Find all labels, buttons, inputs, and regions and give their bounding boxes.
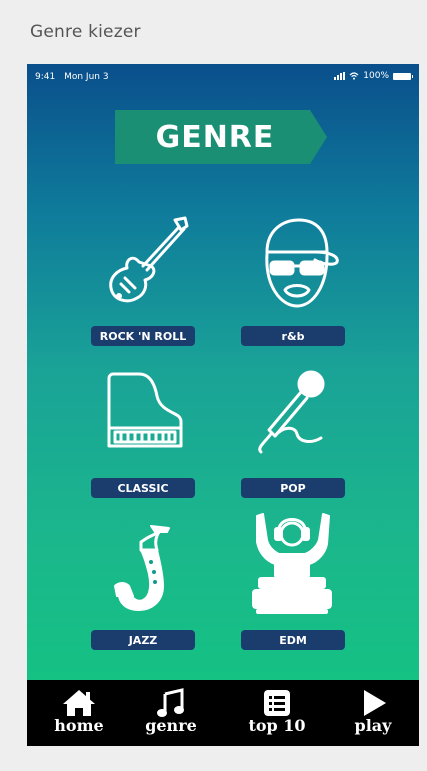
dj-turntable-icon[interactable]: [249, 510, 335, 614]
status-bar: 9:41 Mon Jun 3 100%: [27, 64, 419, 88]
signal-icon: [334, 72, 346, 80]
play-icon: [364, 690, 386, 716]
electric-guitar-icon[interactable]: [103, 214, 193, 309]
nav-top10[interactable]: top 10: [237, 688, 317, 735]
genre-button-rnb[interactable]: r&b: [241, 326, 345, 346]
window-title: Genre kiezer: [30, 22, 141, 42]
genre-button-rock-n-roll[interactable]: ROCK 'N ROLL: [91, 326, 195, 346]
list-icon: [264, 690, 290, 716]
genre-title-banner: GENRE: [115, 110, 327, 164]
nav-play[interactable]: play: [333, 688, 413, 735]
cap-sunglasses-face-icon[interactable]: [253, 216, 343, 311]
genre-button-classic[interactable]: CLASSIC: [91, 478, 195, 498]
home-icon: [63, 690, 95, 716]
battery-icon: [393, 72, 413, 80]
wifi-icon: [349, 72, 359, 80]
music-note-icon: [157, 688, 184, 717]
bottom-navigation: home genre top 10 play: [27, 680, 419, 746]
nav-top10-label: top 10: [248, 716, 306, 735]
nav-play-label: play: [354, 716, 392, 735]
microphone-icon[interactable]: [255, 368, 329, 454]
status-time: 9:41: [35, 72, 56, 82]
page-title: GENRE: [155, 119, 275, 155]
saxophone-icon[interactable]: [111, 522, 183, 614]
nav-genre-label: genre: [145, 716, 197, 735]
genre-button-jazz[interactable]: JAZZ: [91, 630, 195, 650]
battery-percentage: 100%: [363, 71, 389, 81]
nav-home-label: home: [54, 716, 104, 735]
genre-button-edm[interactable]: EDM: [241, 630, 345, 650]
genre-button-pop[interactable]: POP: [241, 478, 345, 498]
nav-home[interactable]: home: [39, 688, 119, 735]
phone-screen: 9:41 Mon Jun 3 100% GENRE ROCK 'N ROLL r…: [27, 64, 419, 746]
nav-genre[interactable]: genre: [131, 688, 211, 735]
grand-piano-icon[interactable]: [105, 372, 185, 450]
status-date: Mon Jun 3: [64, 72, 109, 82]
